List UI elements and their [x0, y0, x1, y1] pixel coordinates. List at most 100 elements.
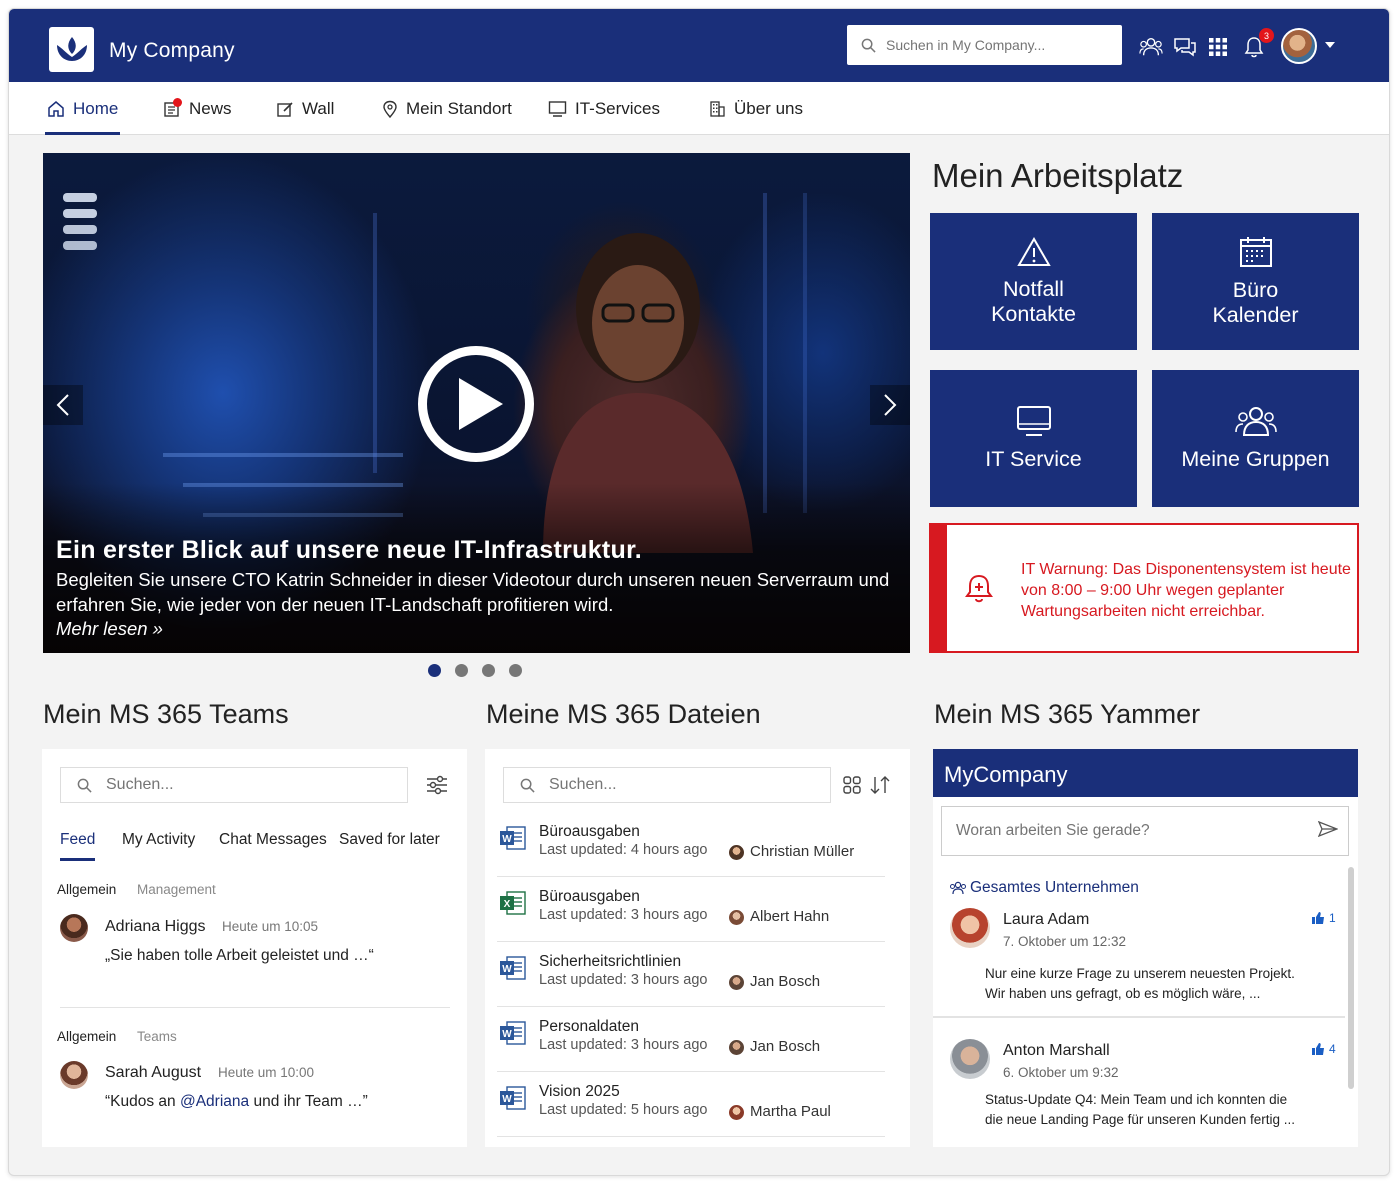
tile-it-service[interactable]: IT Service	[930, 370, 1137, 507]
view-toggle-button[interactable]	[843, 776, 861, 799]
read-more-link[interactable]: Mehr lesen »	[56, 618, 163, 640]
file-row[interactable]: W Vision 2025 Last updated: 5 hours ago Mar…	[497, 1073, 885, 1137]
alert-message: IT Warnung: Das Disponentensystem ist he…	[1021, 561, 1351, 620]
app-launcher-button[interactable]	[1206, 35, 1230, 59]
user-mention[interactable]: @Adriana	[180, 1093, 249, 1110]
nav-label: Wall	[302, 98, 335, 118]
tile-label: Kalender	[1212, 302, 1299, 327]
thumbs-up-icon	[1312, 1043, 1324, 1055]
yammer-compose[interactable]	[941, 806, 1349, 856]
file-row[interactable]: W Büroausgaben Last updated: 4 hours ago Ch…	[497, 813, 885, 877]
hero-video-slider[interactable]: Ein erster Blick auf unsere neue IT-Infr…	[43, 153, 910, 653]
file-name: Büroausgaben	[539, 823, 640, 840]
nav-item-wall[interactable]: Wall	[276, 82, 334, 135]
nav-item-it-services[interactable]: IT-Services	[548, 82, 660, 135]
svg-text:W: W	[502, 1094, 512, 1105]
people-group-icon	[1139, 38, 1163, 56]
like-count[interactable]: 4	[1311, 1042, 1336, 1056]
home-icon	[48, 100, 64, 117]
yammer-scrollbar[interactable]	[1348, 867, 1354, 1089]
filter-button[interactable]	[426, 775, 448, 800]
avatar	[60, 1061, 88, 1089]
post-author: Sarah August	[105, 1064, 202, 1081]
files-search-input[interactable]	[549, 776, 809, 794]
slide-dot-4[interactable]	[509, 664, 522, 677]
file-name: Büroausgaben	[539, 888, 640, 905]
building-icon	[710, 100, 725, 117]
nav-item-home[interactable]: Home	[45, 82, 121, 135]
global-search[interactable]	[847, 25, 1122, 65]
filter-sliders-icon	[427, 775, 447, 795]
grid-view-icon	[843, 776, 861, 794]
send-button[interactable]	[1317, 820, 1339, 842]
chevron-left-icon	[56, 394, 69, 416]
play-button[interactable]	[418, 346, 534, 462]
company-logo[interactable]	[49, 27, 94, 72]
nav-label: Mein Standort	[406, 98, 512, 118]
tile-notfall-kontakte[interactable]: Notfall Kontakte	[930, 213, 1137, 350]
user-avatar[interactable]	[1281, 28, 1317, 64]
files-card: W Büroausgaben Last updated: 4 hours ago Ch…	[485, 749, 910, 1147]
file-name: Sicherheitsrichtlinien	[539, 953, 682, 970]
post-divider	[933, 1016, 1345, 1018]
slider-prev-button[interactable]	[43, 385, 83, 425]
team-name: Teams	[137, 1029, 177, 1044]
slide-dot-3[interactable]	[482, 664, 495, 677]
group-icon	[950, 881, 966, 895]
chevron-right-icon	[884, 394, 897, 416]
avatar	[729, 845, 744, 860]
tab-saved-for-later[interactable]: Saved for later	[339, 831, 440, 849]
yammer-card: MyCompany Gesamtes Unternehmen Laura Ada…	[933, 749, 1358, 1147]
notifications-button[interactable]: 3	[1242, 28, 1274, 59]
avatar	[60, 914, 88, 942]
intranet-window: My Company 3 Home News	[8, 8, 1390, 1176]
main-navigation: Home News Wall Mein Standort IT-Services…	[9, 82, 1389, 135]
teams-search-input[interactable]	[106, 776, 366, 794]
brand-name: My Company	[109, 39, 235, 62]
channel-name: Allgemein	[57, 1029, 117, 1044]
post-text: „Sie haben tolle Arbeit geleistet und …“	[105, 947, 374, 964]
file-row[interactable]: W Sicherheitsrichtlinien Last updated: 3 h…	[497, 943, 885, 1007]
group-icon	[1234, 407, 1277, 436]
teams-search[interactable]	[60, 767, 408, 803]
tile-buero-kalender[interactable]: Büro Kalender	[1152, 213, 1359, 350]
alert-bell-icon	[965, 574, 993, 603]
nav-label: Home	[73, 98, 119, 118]
app-grid-icon	[1209, 38, 1227, 56]
chat-button[interactable]	[1173, 35, 1197, 59]
slide-dot-2[interactable]	[455, 664, 468, 677]
nav-item-ueber-uns[interactable]: Über uns	[708, 82, 803, 135]
tile-label: Kontakte	[991, 301, 1076, 326]
tile-label: IT Service	[985, 447, 1082, 471]
file-owner: Jan Bosch	[750, 1038, 821, 1055]
tile-meine-gruppen[interactable]: Meine Gruppen	[1152, 370, 1359, 507]
tab-feed[interactable]: Feed	[60, 831, 96, 861]
post-author: Anton Marshall	[1003, 1042, 1110, 1059]
avatar	[729, 1105, 744, 1120]
slider-next-button[interactable]	[870, 385, 910, 425]
files-search[interactable]	[503, 767, 831, 803]
top-bar: My Company 3	[9, 9, 1389, 82]
file-owner: Martha Paul	[750, 1103, 831, 1120]
nav-item-mein-standort[interactable]: Mein Standort	[382, 82, 512, 135]
word-file-icon: W	[500, 1021, 526, 1045]
communities-button[interactable]	[1139, 35, 1163, 59]
chevron-down-icon[interactable]	[1325, 42, 1335, 48]
like-count[interactable]: 1	[1311, 911, 1336, 925]
tile-label: Meine Gruppen	[1181, 447, 1330, 471]
slider-pagination	[428, 664, 536, 677]
file-row[interactable]: W Personaldaten Last updated: 3 hours ago J…	[497, 1008, 885, 1072]
nav-label: Über uns	[734, 98, 803, 118]
tab-my-activity[interactable]: My Activity	[122, 831, 195, 849]
post-text: “Kudos an @Adriana und ihr Team …”	[105, 1093, 368, 1110]
avatar	[729, 975, 744, 990]
yammer-group[interactable]: Gesamtes Unternehmen	[949, 879, 1139, 897]
tab-chat-messages[interactable]: Chat Messages	[219, 831, 327, 849]
file-row[interactable]: X Büroausgaben Last updated: 3 hours ago Al…	[497, 878, 885, 942]
sort-button[interactable]	[870, 776, 890, 799]
post-author: Laura Adam	[1003, 911, 1090, 928]
slide-dot-1[interactable]	[428, 664, 441, 677]
nav-item-news[interactable]: News	[163, 82, 232, 135]
yammer-compose-input[interactable]	[956, 822, 1306, 840]
global-search-input[interactable]	[886, 37, 1106, 53]
